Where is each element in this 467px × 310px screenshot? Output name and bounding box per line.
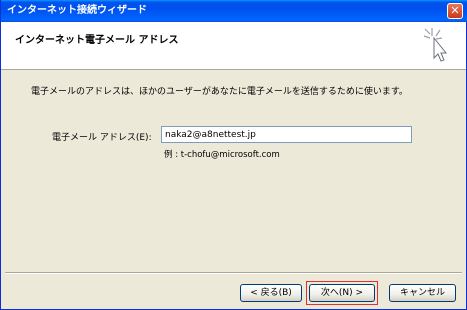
page-title: インターネット電子メール アドレス [15, 35, 179, 46]
window-title: インターネット接続ウィザード [7, 5, 147, 16]
back-button[interactable]: < 戻る(B) [240, 284, 302, 302]
wizard-header: インターネット電子メール アドレス [1, 22, 466, 70]
close-icon: ✕ [450, 4, 460, 17]
email-label: 電子メール アドレス(E): [52, 133, 152, 143]
cancel-button[interactable]: キャンセル [389, 284, 456, 302]
description-text: 電子メールのアドレスは、ほかのユーザーがあなたに電子メールを送信するために使いま… [31, 87, 408, 97]
email-example: 例 : t-chofu@microsoft.com [164, 150, 280, 160]
sparkle-cursor-icon [423, 28, 448, 62]
wizard-window: インターネット接続ウィザード ✕ インターネット電子メール アドレス 電子メール… [0, 0, 467, 310]
close-button[interactable]: ✕ [447, 3, 463, 19]
title-bar[interactable]: インターネット接続ウィザード ✕ [1, 0, 467, 22]
divider [5, 272, 462, 274]
email-field[interactable] [161, 126, 412, 143]
next-button[interactable]: 次へ(N) > [309, 284, 375, 302]
